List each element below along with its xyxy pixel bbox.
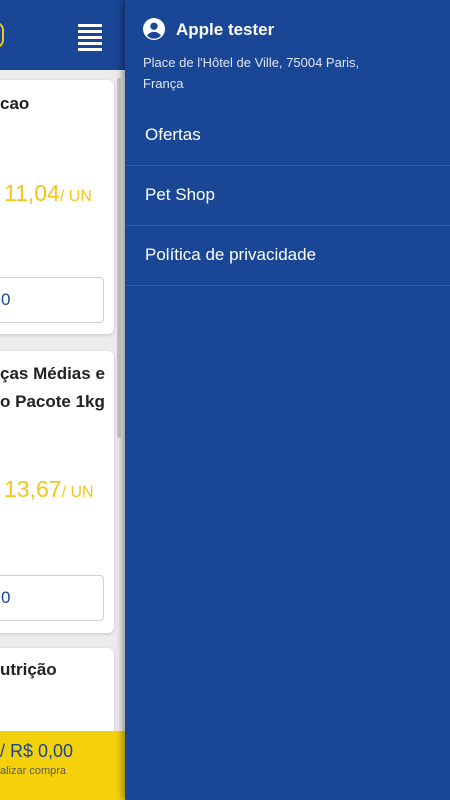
- account-circle-icon: [143, 18, 165, 40]
- product-title-line: o Pacote 1kg: [0, 392, 105, 411]
- product-title-line: cao: [0, 94, 30, 113]
- hamburger-menu-icon[interactable]: [78, 22, 104, 51]
- product-title-line: ças Médias e: [0, 364, 105, 383]
- menu-item-label: Política de privacidade: [145, 245, 317, 264]
- cart-subtitle: alizar compra: [0, 765, 67, 777]
- price-unit: / UN: [59, 188, 92, 205]
- cart-bar[interactable]: / R$ 0,00 alizar compra: [0, 731, 125, 800]
- price-unit: / UN: [61, 484, 94, 501]
- cart-total: / R$ 0,00: [0, 741, 74, 761]
- menu-item-ofertas[interactable]: Ofertas: [125, 106, 450, 166]
- product-title: ças Médias e o Pacote 1kg: [0, 360, 105, 416]
- product-card[interactable]: cao 11,04/ UN 0: [0, 80, 114, 334]
- product-title: utrição: [0, 656, 57, 684]
- menu-item-label: Pet Shop: [145, 185, 215, 204]
- menu-item-pet-shop[interactable]: Pet Shop: [125, 166, 450, 226]
- menu-item-label: Ofertas: [145, 125, 201, 144]
- navigation-drawer: Apple tester Place de l'Hôtel de Ville, …: [125, 0, 450, 800]
- scrollbar[interactable]: [117, 78, 121, 438]
- quantity-field[interactable]: 0: [0, 277, 104, 323]
- price-amount: 11,04: [4, 180, 60, 206]
- product-price: 13,67/ UN: [4, 476, 94, 503]
- user-address: Place de l'Hôtel de Ville, 75004 Paris, …: [143, 55, 360, 91]
- app-header: [0, 0, 125, 70]
- product-list-screen: cao 11,04/ UN 0 ças Médias e o Pacote 1k…: [0, 0, 125, 800]
- quantity-value: 0: [1, 588, 11, 607]
- product-title-line: utrição: [0, 660, 57, 679]
- menu-item-privacy-policy[interactable]: Política de privacidade: [125, 226, 450, 286]
- quantity-value: 0: [1, 290, 11, 309]
- product-card[interactable]: ças Médias e o Pacote 1kg 13,67/ UN 0: [0, 351, 114, 633]
- product-price: 11,04/ UN: [4, 180, 92, 207]
- quantity-field[interactable]: 0: [0, 575, 104, 621]
- price-amount: 13,67: [4, 476, 62, 502]
- product-title: cao: [0, 90, 29, 118]
- drawer-header: Apple tester Place de l'Hôtel de Ville, …: [125, 0, 450, 106]
- logo: [0, 22, 4, 48]
- user-name: Apple tester: [176, 20, 275, 39]
